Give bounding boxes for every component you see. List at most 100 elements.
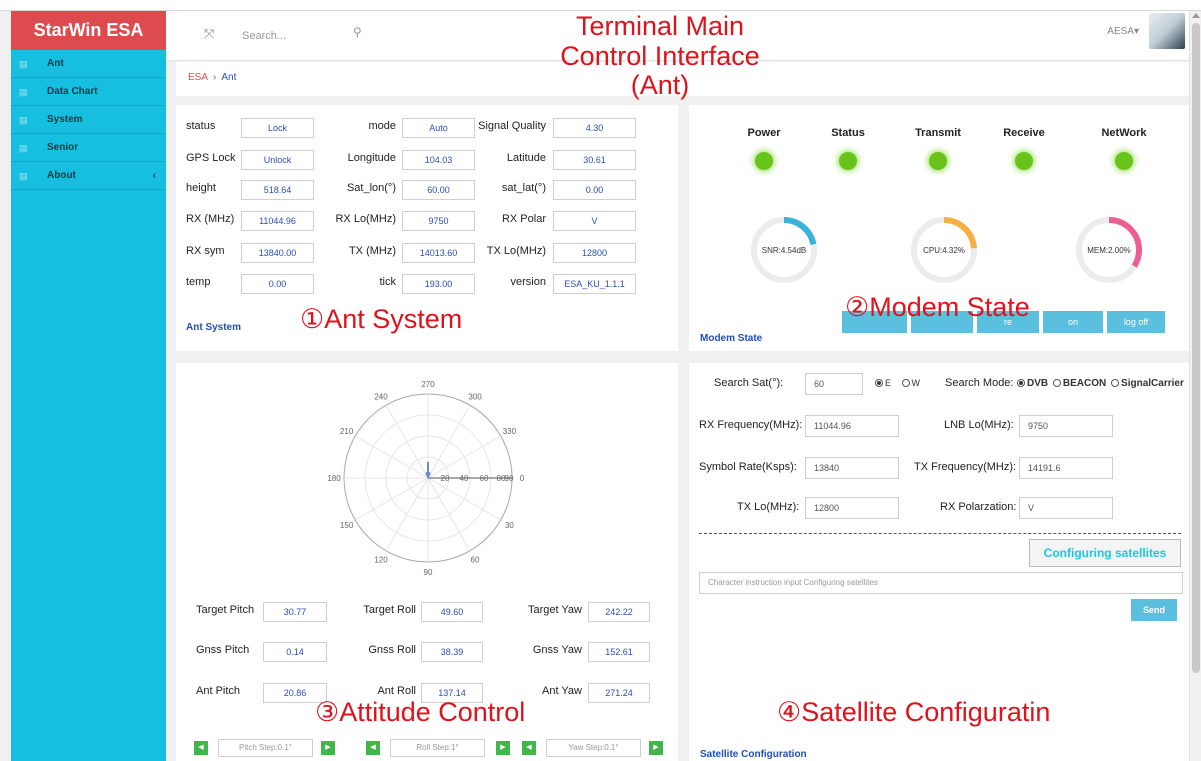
indicator-label: Status [831,127,865,139]
roll-decrease-button[interactable]: ◀ [366,741,380,755]
modem-button-2[interactable] [911,311,973,333]
scroll-thumb[interactable] [1192,23,1200,673]
breadcrumb-root[interactable]: ESA [188,72,208,83]
search-mode-label: Search Mode: [945,377,1014,389]
radial-tick: 60 [480,474,489,483]
sidebar-item-label: About [47,170,76,181]
field-label: RX sym [186,245,225,257]
field-label: TX (MHz) [348,245,396,257]
configure-satellites-button[interactable]: Configuring satellites [1029,539,1181,567]
polar-angle-label: 270 [421,380,435,389]
sidebar-item-about[interactable]: ▤ About ‹ [11,162,166,190]
menu-icon: ▤ [19,170,28,181]
height-value: 518.64 [241,180,314,200]
mode-dvb-radio[interactable] [1017,379,1025,387]
field-label: Ant Roll [377,685,416,697]
polar-angle-label: 120 [374,555,388,564]
mode-beacon-radio[interactable] [1052,379,1061,387]
mode-value: Auto [402,118,475,138]
ant-roll-value: 137.14 [421,683,483,703]
breadcrumb-separator: › [213,72,217,83]
indicator-label: Power [747,127,781,139]
rx-sym-value: 13840.00 [241,243,314,263]
modem-button-1[interactable] [842,311,907,333]
polar-spoke [427,477,501,521]
sidebar-item-ant[interactable]: ▤ Ant [11,50,166,78]
pitch-decrease-button[interactable]: ◀ [194,741,208,755]
yaw-decrease-button[interactable]: ◀ [522,741,536,755]
scroll-up-arrow-icon[interactable] [1192,13,1200,18]
polar-angle-label: 90 [424,568,433,577]
field-label: Gnss Yaw [532,644,582,656]
send-button[interactable]: Send [1131,599,1177,621]
polar-angle-label: 30 [505,521,514,530]
snr-gauge: SNR:4.54dB [751,217,817,283]
user-menu[interactable]: AESA▾ [1107,26,1139,37]
sidebar-item-label: System [47,114,83,125]
temp-value: 0.00 [241,274,314,294]
signal-quality-value: 4.30 [553,118,636,138]
indicator-label: Receive [1003,127,1045,139]
search-input[interactable] [242,26,362,46]
tx-frequency-label: TX Frequency(MHz): [914,461,1017,473]
pitch-step-input[interactable]: Pitch Step:0.1° [218,739,313,757]
polar-angle-label: 300 [468,393,482,402]
direction-e-radio[interactable] [875,379,883,387]
sat-lon-value: 60.00 [402,180,475,200]
brand-logo: StarWin ESA [11,11,166,50]
gnss-yaw-value: 152.61 [588,642,650,662]
field-label: Sat_lon(°) [346,182,396,194]
polar-spoke [355,477,429,521]
network-led [1115,152,1133,170]
yaw-step-input[interactable]: Yaw Step:0.1° [546,739,641,757]
tx-lo-input[interactable]: 12800 [805,497,899,519]
divider [699,533,1181,534]
pitch-increase-button[interactable]: ▶ [321,741,335,755]
search-icon[interactable]: ⚲ [353,25,362,39]
yaw-increase-button[interactable]: ▶ [649,741,663,755]
roll-increase-button[interactable]: ▶ [496,741,510,755]
sidebar-item-senior[interactable]: ▤ Senior [11,134,166,162]
cpu-gauge: CPU:4.32% [911,217,977,283]
roll-step-input[interactable]: Roll Step:1° [390,739,485,757]
indicator-label: NetWork [1101,127,1147,139]
avatar[interactable] [1149,13,1185,49]
attitude-point [425,471,431,477]
rx-polarization-input[interactable]: V [1019,497,1113,519]
modem-on-button[interactable]: on [1043,311,1103,333]
mode-signal-carrier-radio[interactable] [1111,379,1120,387]
field-label: temp [186,276,211,288]
sidebar-item-system[interactable]: ▤ System [11,106,166,134]
command-input[interactable]: Character instruction input Configuring … [699,572,1183,594]
search-mode-radio-group: DVB BEACON SignalCarrier [1017,378,1184,389]
symbol-rate-input[interactable]: 13840 [805,457,899,479]
target-roll-value: 49.60 [421,602,483,622]
log-off-button[interactable]: log off [1107,311,1165,333]
fullscreen-icon[interactable]: ⤧ [204,26,214,42]
tx-freq-value: 14013.60 [402,243,475,263]
sidebar-item-label: Ant [47,58,64,69]
tx-frequency-input[interactable]: 14191.6 [1019,457,1113,479]
mode-signal-carrier-label: SignalCarrier [1121,378,1184,389]
page-scrollbar[interactable] [1189,11,1201,761]
search-sat-input[interactable]: 60 [805,373,863,395]
rx-frequency-input[interactable]: 11044.96 [805,415,899,437]
field-label: Gnss Pitch [196,644,250,656]
sidebar-item-data-chart[interactable]: ▤ Data Chart [11,78,166,106]
modem-state-title: Modem State [700,333,763,344]
modem-state-panel: Power Status Transmit Receive NetWork SN… [689,105,1189,351]
rx-lo-value: 9750 [402,211,475,231]
target-yaw-value: 242.22 [588,602,650,622]
field-label: Target Pitch [196,604,255,616]
ant-pitch-value: 20.86 [263,683,327,703]
modem-reboot-button[interactable]: re [977,311,1039,333]
mem-label: MEM:2.00% [1087,246,1131,255]
direction-w-radio[interactable] [901,379,910,387]
field-label: GPS Lock [186,152,236,164]
lnb-lo-input[interactable]: 9750 [1019,415,1113,437]
field-label: RX Polar [501,213,546,225]
indicator-label: Transmit [915,127,961,139]
receive-led [1015,152,1033,170]
field-label: height [186,182,216,194]
polar-spoke [427,435,501,479]
